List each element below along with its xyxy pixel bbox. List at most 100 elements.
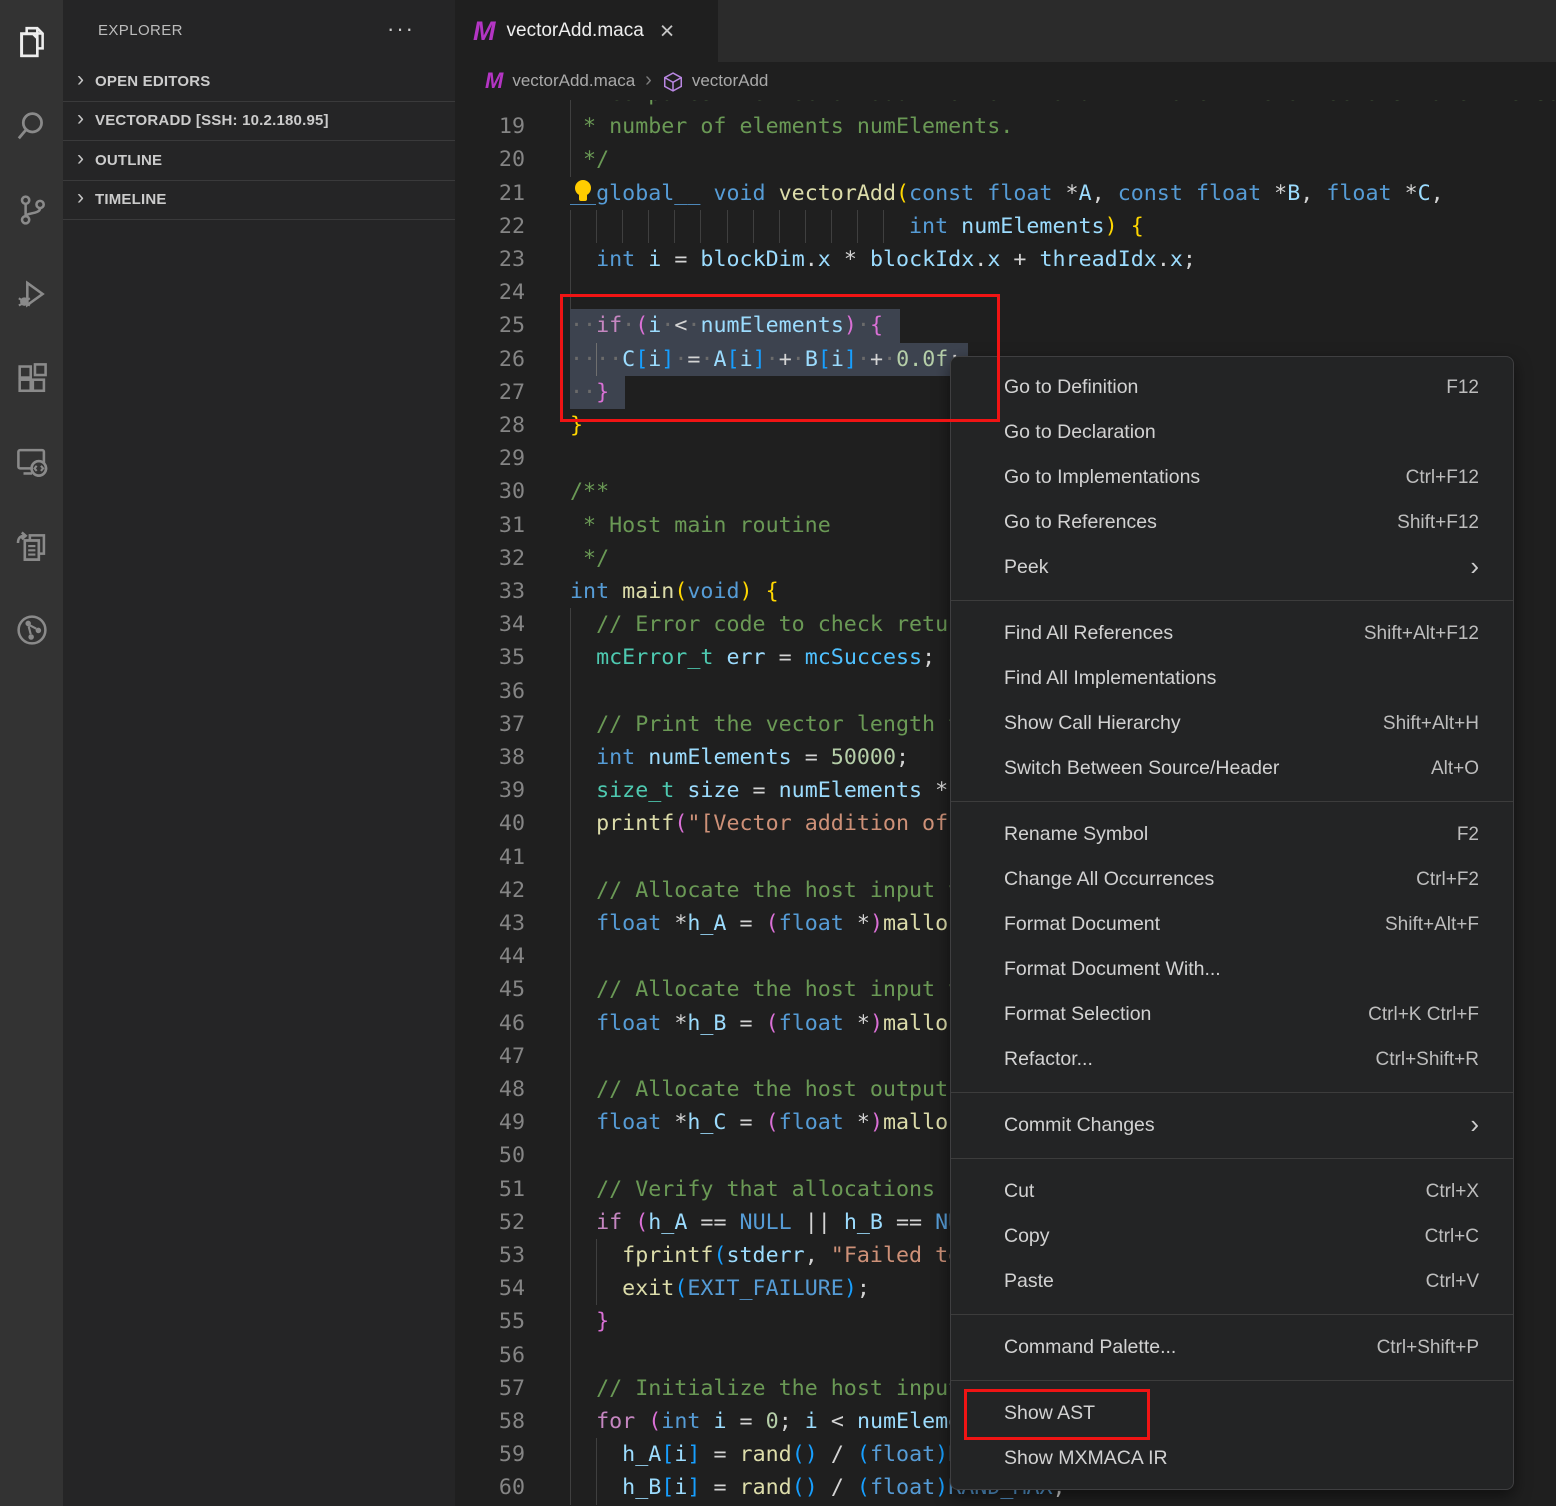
tab-title: vectorAdd.maca [507, 20, 644, 42]
sidebar-section-vectoradd-ssh-10-2-180-95[interactable]: ›VECTORADD [SSH: 10.2.180.95] [63, 101, 455, 141]
token: / [818, 1475, 857, 1500]
token: /** [570, 479, 609, 504]
tab-vectoradd-maca[interactable]: M vectorAdd.maca × [455, 0, 718, 62]
token: ···· [570, 347, 622, 372]
menu-item-switch-between-source-header[interactable]: Switch Between Source/HeaderAlt+O [951, 746, 1513, 791]
token: ( [674, 811, 687, 836]
menu-item-show-ast[interactable]: Show AST [951, 1391, 1513, 1436]
run-debug-icon[interactable] [0, 262, 63, 326]
code-line-20[interactable]: 20 */ [455, 143, 1556, 176]
token [609, 579, 622, 604]
menu-item-format-selection[interactable]: Format SelectionCtrl+K Ctrl+F [951, 992, 1513, 1037]
token [570, 247, 596, 272]
menu-item-paste[interactable]: PasteCtrl+V [951, 1259, 1513, 1304]
menu-item-go-to-references[interactable]: Go to ReferencesShift+F12 [951, 500, 1513, 545]
token: err [726, 645, 765, 670]
close-tab-icon[interactable]: × [660, 19, 675, 44]
token: 50000 [831, 745, 896, 770]
code-line-25[interactable]: 25··if·(i·<·numElements)·{ [455, 309, 1556, 342]
menu-item-refactor[interactable]: Refactor...Ctrl+Shift+R [951, 1037, 1513, 1082]
menu-item-commit-changes[interactable]: Commit Changes› [951, 1103, 1513, 1148]
token: const [1118, 181, 1183, 206]
indent-guide [570, 276, 571, 309]
token: · [674, 347, 687, 372]
vscode-window: EXPLORER ··· ›OPEN EDITORS›VECTORADD [SS… [0, 0, 1556, 1506]
token: [ [727, 347, 740, 372]
source-control-icon[interactable] [0, 178, 63, 242]
line-number: 30 [455, 475, 525, 508]
code-line-22[interactable]: 22 int numElements) { [455, 210, 1556, 243]
circle-branch-icon[interactable] [0, 598, 63, 662]
remote-explorer-icon[interactable] [0, 430, 63, 494]
indent-guide [570, 675, 571, 708]
menu-item-format-document[interactable]: Format DocumentShift+Alt+F [951, 902, 1513, 947]
token: } [570, 413, 583, 438]
code-text: int i = blockDim.x * blockIdx.x + thread… [570, 243, 1196, 276]
menu-item-find-all-references[interactable]: Find All ReferencesShift+Alt+F12 [951, 611, 1513, 656]
lightbulb-code-action-icon[interactable] [575, 180, 591, 196]
menu-item-rename-symbol[interactable]: Rename SymbolF2 [951, 812, 1513, 857]
doc-arrow-icon[interactable] [0, 514, 63, 578]
token: h_A [648, 1210, 687, 1235]
token [570, 612, 596, 637]
search-icon[interactable] [0, 94, 63, 158]
breadcrumb-symbol[interactable]: vectorAdd [692, 71, 769, 91]
menu-item-go-to-implementations[interactable]: Go to ImplementationsCtrl+F12 [951, 455, 1513, 500]
more-actions-icon[interactable]: ··· [387, 16, 415, 42]
line-number: 50 [455, 1139, 525, 1172]
token: B [805, 347, 818, 372]
menu-item-change-all-occurrences[interactable]: Change All OccurrencesCtrl+F2 [951, 857, 1513, 902]
explorer-icon[interactable] [0, 10, 63, 74]
line-number: 35 [455, 641, 525, 674]
menu-item-cut[interactable]: CutCtrl+X [951, 1169, 1513, 1214]
breadcrumb-file[interactable]: vectorAdd.maca [512, 71, 635, 91]
token: ; [922, 645, 935, 670]
menu-item-peek[interactable]: Peek› [951, 545, 1513, 590]
token: float [779, 911, 844, 936]
token: || [792, 1210, 844, 1235]
line-number: 23 [455, 243, 525, 276]
token: + [870, 347, 883, 372]
sidebar-section-open-editors[interactable]: ›OPEN EDITORS [63, 62, 455, 101]
menu-item-find-all-implementations[interactable]: Find All Implementations [951, 656, 1513, 701]
menu-item-shortcut: F2 [1457, 824, 1479, 846]
menu-item-show-mxmaca-ir[interactable]: Show MXMACA IR [951, 1436, 1513, 1481]
token [570, 745, 596, 770]
token: = [727, 1409, 766, 1434]
menu-item-show-call-hierarchy[interactable]: Show Call HierarchyShift+Alt+H [951, 701, 1513, 746]
token: · [857, 347, 870, 372]
token: NULL [740, 1210, 792, 1235]
token: i [648, 347, 661, 372]
menu-item-go-to-declaration[interactable]: Go to Declaration [951, 410, 1513, 455]
token: = [726, 1011, 765, 1036]
menu-separator [951, 801, 1513, 802]
token: size [687, 778, 739, 803]
code-line-21[interactable]: 21__global__ void vectorAdd(const float … [455, 177, 1556, 210]
line-number: 57 [455, 1372, 525, 1405]
token: * [1392, 181, 1418, 206]
menu-item-command-palette[interactable]: Command Palette...Ctrl+Shift+P [951, 1325, 1513, 1370]
maca-file-icon: M [485, 70, 503, 92]
chevron-right-icon: › [77, 148, 95, 169]
token: ( [766, 911, 779, 936]
code-line-19[interactable]: 19 * number of elements numElements. [455, 110, 1556, 143]
token: float [596, 1110, 661, 1135]
token: . [974, 247, 987, 272]
code-line-24[interactable]: 24 [455, 276, 1556, 309]
code-line-18[interactable]: * Computes the vector addition of A and … [455, 100, 1556, 110]
token: ) [805, 1475, 818, 1500]
token: ) [870, 1011, 883, 1036]
sidebar-section-outline[interactable]: ›OUTLINE [63, 140, 455, 180]
menu-item-copy[interactable]: CopyCtrl+C [951, 1214, 1513, 1259]
menu-item-go-to-definition[interactable]: Go to DefinitionF12 [951, 365, 1513, 410]
token [570, 1475, 622, 1500]
token [570, 911, 596, 936]
code-text: ··} [570, 376, 609, 409]
token: = [766, 645, 805, 670]
extensions-icon[interactable] [0, 346, 63, 410]
menu-item-format-document-with[interactable]: Format Document With... [951, 947, 1513, 992]
menu-item-shortcut: Ctrl+X [1426, 1181, 1479, 1203]
token: · [766, 347, 779, 372]
code-line-23[interactable]: 23 int i = blockDim.x * blockIdx.x + thr… [455, 243, 1556, 276]
sidebar-section-timeline[interactable]: ›TIMELINE [63, 180, 455, 221]
